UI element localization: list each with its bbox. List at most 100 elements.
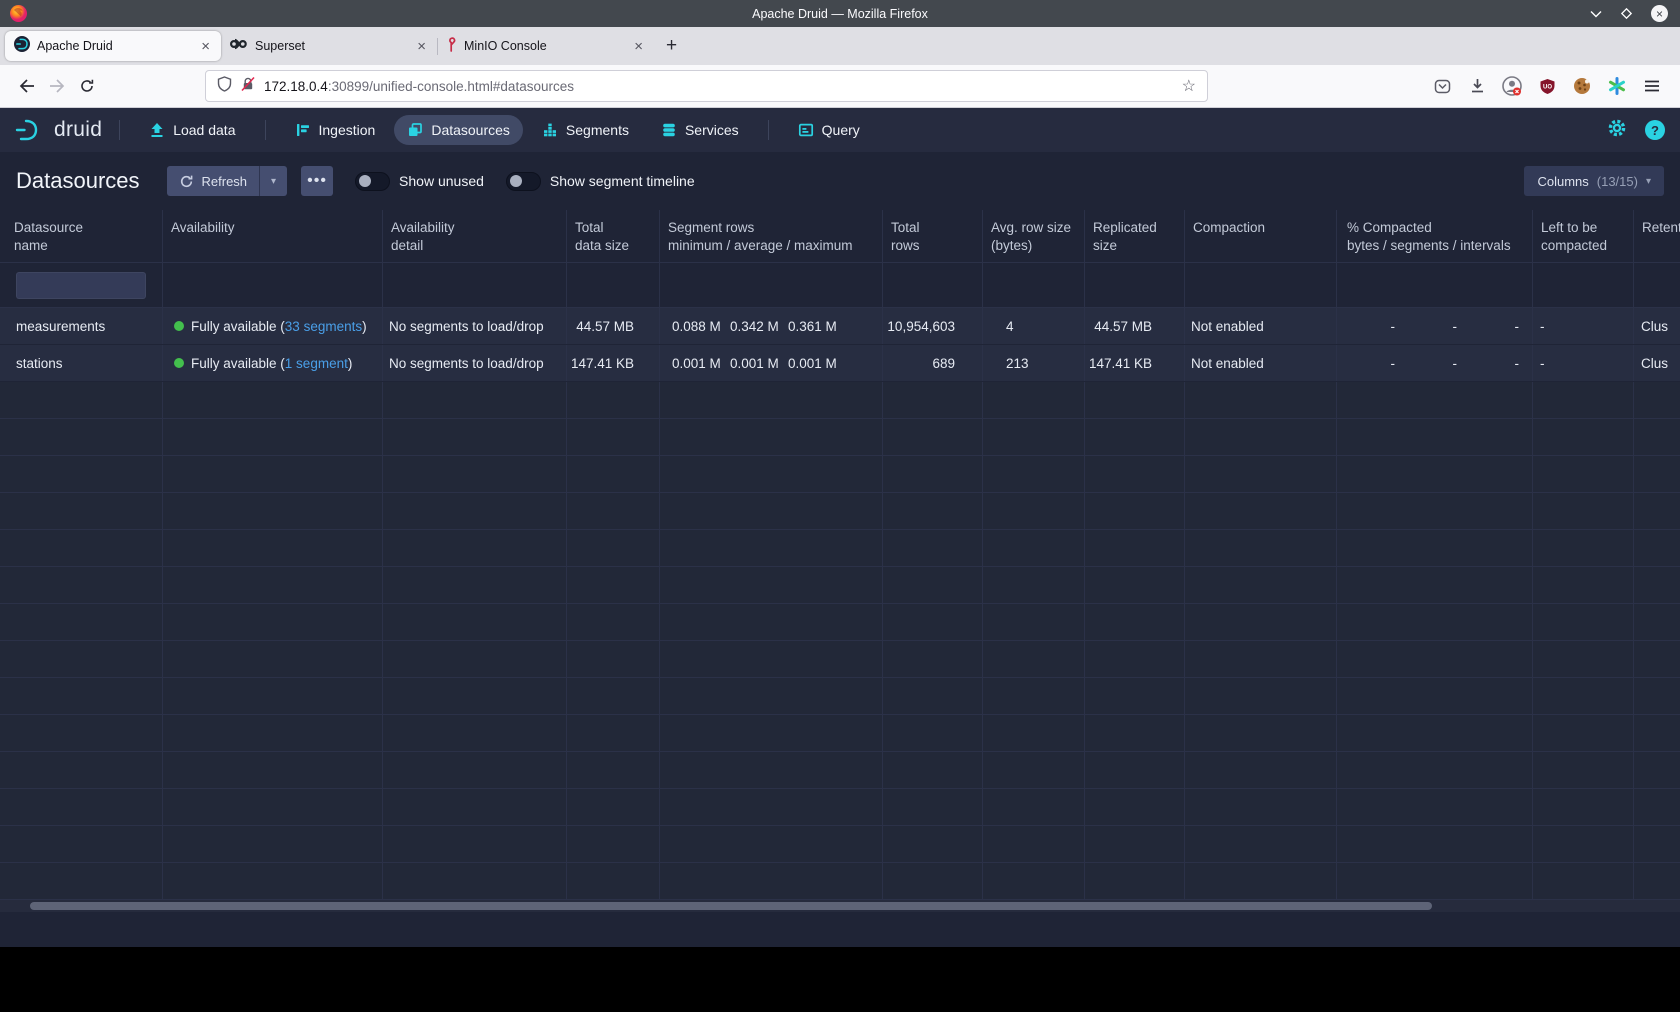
horizontal-scrollbar[interactable]	[0, 900, 1680, 912]
reload-icon[interactable]	[72, 71, 102, 101]
nav-item-query[interactable]: Query	[785, 115, 873, 145]
more-button[interactable]: •••	[301, 166, 333, 196]
datasource-filter-input[interactable]	[16, 272, 146, 299]
downloads-icon[interactable]	[1467, 76, 1487, 96]
empty-cell	[1634, 678, 1680, 714]
tab-apache-druid[interactable]: Apache Druid ×	[5, 31, 221, 61]
firefox-logo-icon	[9, 4, 28, 28]
pocket-icon[interactable]	[1432, 76, 1452, 96]
empty-cell	[0, 678, 163, 714]
column-header-compaction[interactable]: Compaction	[1185, 210, 1337, 262]
column-header-avg_row_size[interactable]: Avg. row size(bytes)	[983, 210, 1085, 262]
minimize-icon[interactable]	[1590, 10, 1602, 18]
column-header-availability_detail[interactable]: Availabilitydetail	[383, 210, 567, 262]
column-header-name[interactable]: Datasourcename	[0, 210, 163, 262]
show-unused-toggle[interactable]	[355, 172, 390, 191]
show-segment-timeline-toggle[interactable]	[506, 172, 541, 191]
content-tail	[0, 912, 1680, 947]
nav-item-datasources[interactable]: Datasources	[394, 115, 523, 145]
segments-link[interactable]: 1 segment	[285, 356, 348, 371]
empty-cell	[1634, 456, 1680, 492]
column-header-total_rows[interactable]: Totalrows	[883, 210, 983, 262]
empty-cell	[983, 530, 1085, 566]
column-header-retention[interactable]: Retention	[1634, 210, 1680, 262]
maximize-icon[interactable]	[1620, 7, 1633, 20]
cell-availability: Fully available (33 segments)	[163, 308, 383, 344]
filter-cell-segment_rows	[660, 263, 883, 307]
tab-close-icon[interactable]: ×	[415, 39, 428, 54]
empty-cell	[1085, 456, 1185, 492]
ublock-origin-icon[interactable]: UO	[1537, 76, 1557, 96]
help-icon[interactable]: ?	[1645, 120, 1665, 140]
extension-asterisk-icon[interactable]	[1607, 76, 1627, 96]
cell-total-data-size: 44.57 MB	[567, 308, 660, 344]
gear-icon[interactable]	[1606, 117, 1628, 144]
empty-cell	[1634, 641, 1680, 677]
forward-icon[interactable]	[42, 71, 72, 101]
refresh-label: Refresh	[202, 174, 248, 189]
tab-close-icon[interactable]: ×	[632, 39, 645, 54]
tracking-shield-icon[interactable]	[217, 76, 232, 97]
svg-text:UO: UO	[1543, 84, 1552, 90]
refresh-dropdown-button[interactable]: ▾	[259, 166, 287, 196]
column-header-availability[interactable]: Availability	[163, 210, 383, 262]
nav-item-load-data[interactable]: Load data	[136, 115, 248, 145]
column-header-label: Avg. row size	[991, 219, 1071, 237]
empty-cell	[983, 567, 1085, 603]
empty-cell	[0, 493, 163, 529]
druid-logo[interactable]: druid	[15, 117, 102, 143]
column-header-segment_rows[interactable]: Segment rowsminimum / average / maximum	[660, 210, 883, 262]
segment-rows-value: 0.342 M	[730, 319, 788, 334]
empty-cell	[163, 567, 383, 603]
empty-cell	[1533, 863, 1634, 899]
empty-row	[0, 826, 1680, 863]
table-row-stations[interactable]: stationsFully available (1 segment)No se…	[0, 345, 1680, 382]
table-row-measurements[interactable]: measurementsFully available (33 segments…	[0, 308, 1680, 345]
empty-row	[0, 863, 1680, 900]
desktop-background	[0, 947, 1680, 1012]
empty-cell	[1533, 752, 1634, 788]
url-bar[interactable]: 172.18.0.4:30899/unified-console.html#da…	[205, 70, 1208, 102]
new-tab-button[interactable]: +	[654, 35, 689, 57]
segments-link[interactable]: 33 segments	[285, 319, 362, 334]
column-header-label: Total	[891, 219, 920, 237]
column-header-left_to_be_compacted[interactable]: Left to becompacted	[1533, 210, 1634, 262]
window-title: Apache Druid — Mozilla Firefox	[0, 7, 1680, 21]
scrollbar-thumb[interactable]	[30, 902, 1432, 910]
column-header-pct_compacted[interactable]: % Compactedbytes / segments / intervals	[1337, 210, 1533, 262]
tab-close-icon[interactable]: ×	[199, 39, 212, 54]
tab-minio-console[interactable]: MinIO Console ×	[438, 31, 654, 61]
tab-label: MinIO Console	[464, 39, 625, 53]
account-icon[interactable]	[1502, 76, 1522, 96]
bookmark-star-icon[interactable]: ☆	[1182, 76, 1196, 96]
empty-row	[0, 641, 1680, 678]
nav-item-segments[interactable]: Segments	[529, 115, 642, 145]
column-header-replicated_size[interactable]: Replicatedsize	[1085, 210, 1185, 262]
empty-cell	[163, 715, 383, 751]
empty-cell	[983, 863, 1085, 899]
empty-cell	[567, 863, 660, 899]
back-icon[interactable]	[12, 71, 42, 101]
empty-cell	[1533, 456, 1634, 492]
columns-button[interactable]: Columns (13/15) ▾	[1524, 166, 1664, 196]
column-header-label: Segment rows	[668, 219, 754, 237]
column-header-total_data_size[interactable]: Totaldata size	[567, 210, 660, 262]
tab-superset[interactable]: Superset ×	[221, 31, 437, 61]
menu-icon[interactable]	[1642, 76, 1662, 96]
close-icon[interactable]: ×	[1651, 5, 1668, 22]
empty-row	[0, 382, 1680, 419]
empty-cell	[1085, 567, 1185, 603]
refresh-button[interactable]: Refresh	[167, 166, 260, 196]
cookie-icon[interactable]	[1572, 76, 1592, 96]
insecure-lock-icon[interactable]	[240, 76, 256, 97]
nav-item-ingestion[interactable]: Ingestion	[282, 115, 389, 145]
pct-compacted-value: -	[1457, 319, 1519, 334]
empty-cell	[1533, 715, 1634, 751]
browser-toolbar: 172.18.0.4:30899/unified-console.html#da…	[0, 65, 1680, 108]
empty-cell	[1085, 789, 1185, 825]
url-host: 172.18.0.4	[264, 79, 328, 94]
nav-item-services[interactable]: Services	[648, 115, 752, 145]
url-path: :30899/unified-console.html#datasources	[328, 79, 574, 94]
url-text[interactable]: 172.18.0.4:30899/unified-console.html#da…	[264, 79, 1174, 94]
nav-item-label: Services	[685, 122, 739, 138]
